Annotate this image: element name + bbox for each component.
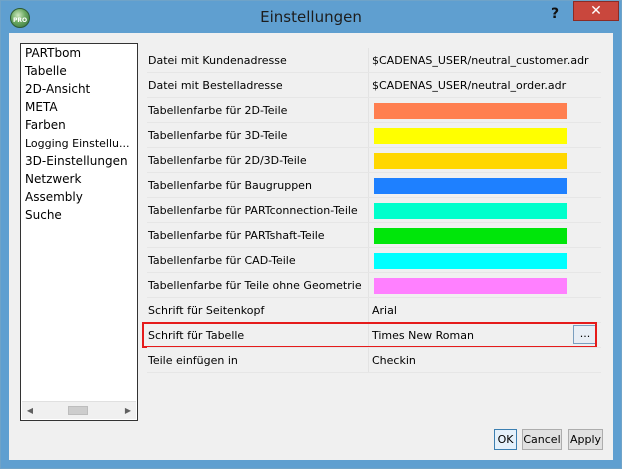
setting-label: Tabellenfarbe für 2D-Teile	[148, 104, 288, 117]
setting-value[interactable]: $CADENAS_USER/neutral_order.adr	[372, 73, 566, 98]
dialog-content: PARTbom Tabelle 2D-Ansicht META Farben L…	[9, 33, 613, 460]
column-divider	[368, 273, 369, 298]
nav-item-tabelle[interactable]: Tabelle	[25, 64, 67, 78]
title-bar[interactable]: PRO Einstellungen ? ✕	[1, 1, 621, 33]
setting-value[interactable]: $CADENAS_USER/neutral_customer.adr	[372, 48, 589, 73]
nav-item-3d-einstellungen[interactable]: 3D-Einstellungen	[25, 154, 128, 168]
setting-label: Tabellenfarbe für Baugruppen	[148, 179, 312, 192]
setting-label: Tabellenfarbe für 2D/3D-Teile	[148, 154, 307, 167]
column-divider	[368, 123, 369, 148]
column-divider	[368, 148, 369, 173]
setting-label: Teile einfügen in	[148, 354, 238, 367]
column-divider	[368, 248, 369, 273]
column-divider	[368, 73, 369, 98]
table-row[interactable]: Datei mit Kundenadresse $CADENAS_USER/ne…	[147, 48, 601, 73]
category-list[interactable]: PARTbom Tabelle 2D-Ansicht META Farben L…	[20, 43, 138, 421]
nav-item-assembly[interactable]: Assembly	[25, 190, 83, 204]
table-row[interactable]: Tabellenfarbe für 2D/3D-Teile	[147, 148, 601, 173]
column-divider	[368, 198, 369, 223]
setting-value[interactable]: Arial	[372, 298, 397, 323]
nav-item-logging[interactable]: Logging Einstellu...	[25, 137, 130, 150]
nav-item-meta[interactable]: META	[25, 100, 58, 114]
close-button[interactable]: ✕	[573, 1, 619, 21]
cancel-button[interactable]: Cancel	[522, 429, 562, 450]
apply-button[interactable]: Apply	[568, 429, 603, 450]
nav-item-2d-ansicht[interactable]: 2D-Ansicht	[25, 82, 90, 96]
color-swatch-3d[interactable]	[374, 128, 567, 144]
column-divider	[368, 298, 369, 323]
setting-label: Tabellenfarbe für PARTshaft-Teile	[148, 229, 325, 242]
table-row[interactable]: Tabellenfarbe für 3D-Teile	[147, 123, 601, 148]
nav-item-suche[interactable]: Suche	[25, 208, 62, 222]
column-divider	[368, 173, 369, 198]
font-browse-button[interactable]: ...	[573, 325, 597, 344]
horizontal-scrollbar[interactable]: ◀ ▶	[22, 401, 136, 419]
column-divider	[368, 48, 369, 73]
setting-label: Schrift für Seitenkopf	[148, 304, 265, 317]
setting-label: Tabellenfarbe für PARTconnection-Teile	[148, 204, 358, 217]
column-divider	[368, 348, 369, 373]
column-divider	[368, 223, 369, 248]
color-swatch-2d[interactable]	[374, 103, 567, 119]
table-row[interactable]: Tabellenfarbe für CAD-Teile	[147, 248, 601, 273]
table-row[interactable]: Tabellenfarbe für 2D-Teile	[147, 98, 601, 123]
setting-value[interactable]: Times New Roman	[372, 323, 474, 348]
color-swatch-partshaft[interactable]	[374, 228, 567, 244]
nav-item-farben[interactable]: Farben	[25, 118, 66, 132]
scroll-right-icon[interactable]: ▶	[120, 402, 136, 419]
color-swatch-ohne-geometrie[interactable]	[374, 278, 567, 294]
setting-label: Datei mit Kundenadresse	[148, 54, 287, 67]
nav-item-partbom[interactable]: PARTbom	[25, 46, 81, 60]
setting-label: Tabellenfarbe für 3D-Teile	[148, 129, 288, 142]
column-divider	[368, 323, 369, 348]
table-row[interactable]: Tabellenfarbe für PARTshaft-Teile	[147, 223, 601, 248]
help-button[interactable]: ?	[541, 3, 569, 25]
nav-item-netzwerk[interactable]: Netzwerk	[25, 172, 81, 186]
row-divider	[147, 372, 601, 373]
setting-label: Tabellenfarbe für Teile ohne Geometrie	[148, 279, 362, 292]
scroll-thumb[interactable]	[68, 406, 88, 415]
setting-value[interactable]: Checkin	[372, 348, 416, 373]
color-swatch-2d3d[interactable]	[374, 153, 567, 169]
color-swatch-baugruppen[interactable]	[374, 178, 567, 194]
ok-button[interactable]: OK	[494, 429, 517, 450]
table-row-selected[interactable]: Schrift für Tabelle Times New Roman ...	[142, 322, 601, 348]
table-row[interactable]: Tabellenfarbe für Teile ohne Geometrie	[147, 273, 601, 298]
color-swatch-cad[interactable]	[374, 253, 567, 269]
column-divider	[368, 98, 369, 123]
settings-dialog: PRO Einstellungen ? ✕ PARTbom Tabelle 2D…	[0, 0, 622, 469]
table-row[interactable]: Datei mit Bestelladresse $CADENAS_USER/n…	[147, 73, 601, 98]
window-title: Einstellungen	[260, 8, 362, 26]
scroll-left-icon[interactable]: ◀	[22, 402, 38, 419]
table-row[interactable]: Tabellenfarbe für PARTconnection-Teile	[147, 198, 601, 223]
color-swatch-partconnection[interactable]	[374, 203, 567, 219]
setting-label: Schrift für Tabelle	[148, 329, 245, 342]
table-row[interactable]: Teile einfügen in Checkin	[147, 348, 601, 373]
setting-label: Datei mit Bestelladresse	[148, 79, 283, 92]
table-row[interactable]: Tabellenfarbe für Baugruppen	[147, 173, 601, 198]
table-row[interactable]: Schrift für Seitenkopf Arial	[147, 298, 601, 323]
setting-label: Tabellenfarbe für CAD-Teile	[148, 254, 296, 267]
